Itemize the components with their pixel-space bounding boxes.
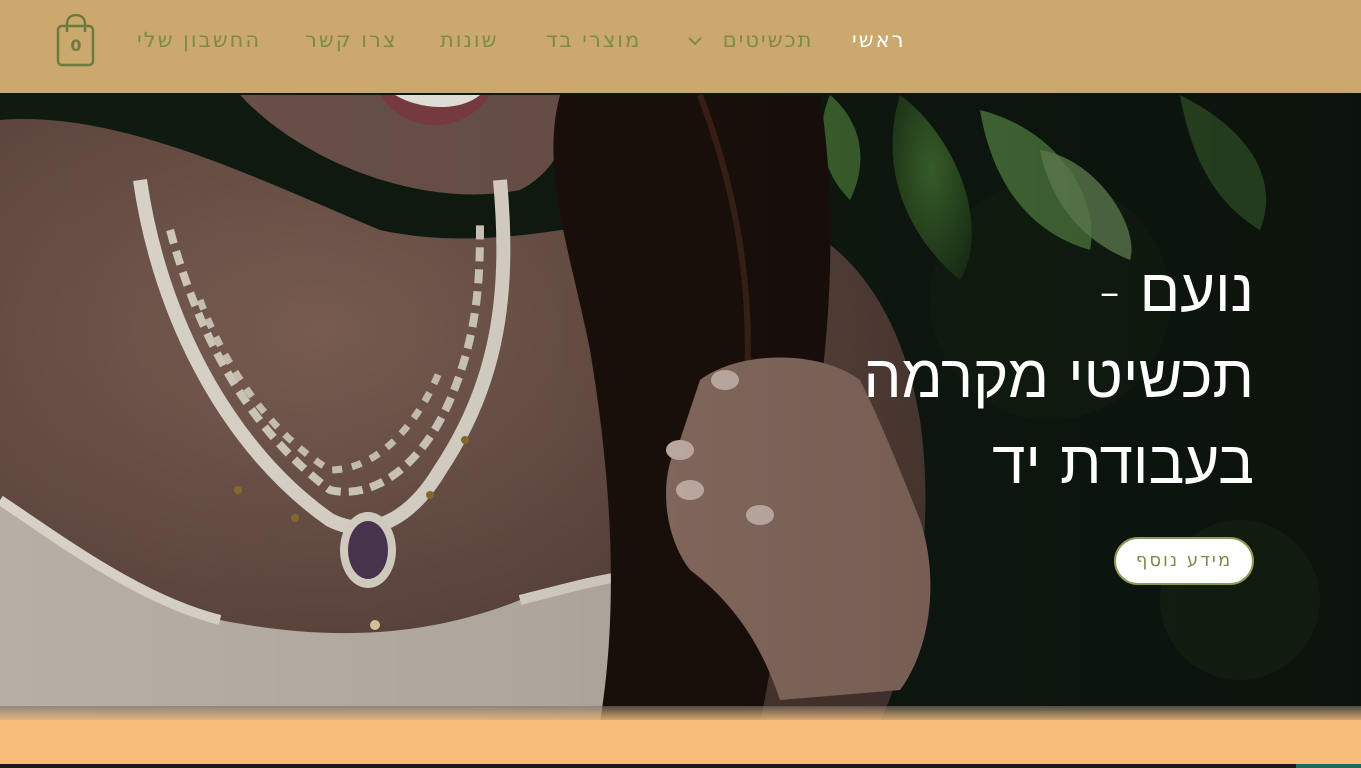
hero-title-line-3: בעבודת יד xyxy=(992,428,1254,498)
more-info-button[interactable]: מידע נוסף xyxy=(1114,537,1254,585)
page-bottom-line xyxy=(0,764,1361,768)
content-band xyxy=(0,720,1361,768)
cart-count: 0 xyxy=(70,36,82,55)
hero-title-line-1: נועם - xyxy=(1098,256,1254,326)
nav-item-home[interactable]: ראשי xyxy=(852,28,905,52)
hero-bottom-edge xyxy=(0,706,1361,720)
nav-item-contact[interactable]: צרו קשר xyxy=(305,28,397,52)
chevron-down-icon xyxy=(688,37,702,46)
nav-item-account[interactable]: החשבון שלי xyxy=(137,28,261,52)
hero-title: נועם - תכשיטי מקרמה בעבודת יד xyxy=(694,248,1255,506)
cart-button[interactable]: 0 xyxy=(56,14,96,68)
site-header: 0 ראשי תכשיטים מוצרי בד שונות צרו קשר הח… xyxy=(0,0,1361,93)
bottom-accent xyxy=(1296,764,1361,768)
nav-item-jewelry-label: תכשיטים xyxy=(722,28,814,52)
nav-item-fabric[interactable]: מוצרי בד xyxy=(546,28,641,52)
nav-item-jewelry[interactable]: תכשיטים xyxy=(688,28,813,52)
nav-item-misc[interactable]: שונות xyxy=(440,28,499,52)
page: 0 ראשי תכשיטים מוצרי בד שונות צרו קשר הח… xyxy=(0,0,1361,768)
hero-title-line-2: תכשיטי מקרמה xyxy=(863,342,1255,412)
